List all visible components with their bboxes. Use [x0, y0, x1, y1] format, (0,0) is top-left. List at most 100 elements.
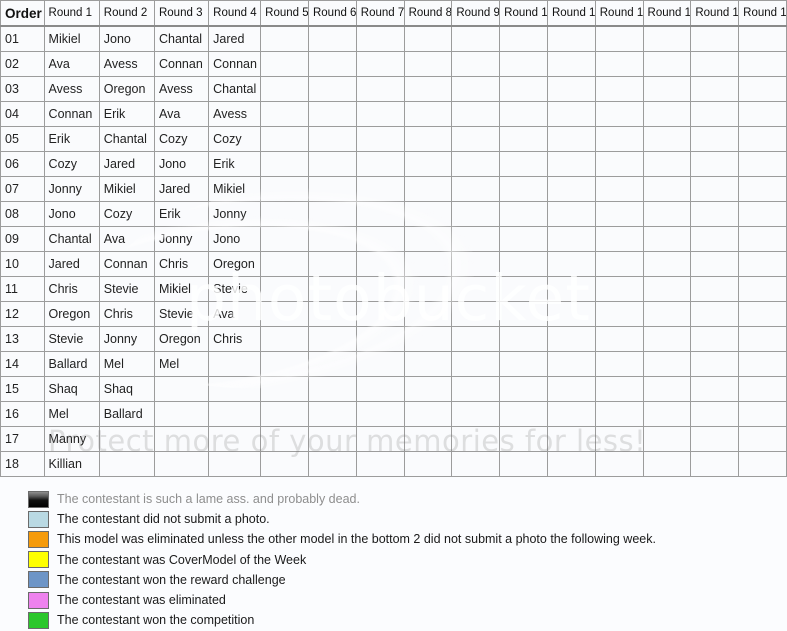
contestant-cell — [307, 251, 357, 277]
column-header-round-7: Round 7 — [355, 0, 405, 27]
contestant-cell — [355, 351, 405, 377]
contestant-cell — [738, 426, 787, 452]
contestant-cell — [499, 151, 548, 177]
contestant-cell — [355, 76, 405, 102]
order-cell: 08 — [0, 201, 45, 227]
contestant-cell — [546, 126, 596, 152]
contestant-cell — [260, 51, 309, 77]
contestant-cell: Jonny — [208, 201, 262, 227]
contestant-cell: Jared — [43, 251, 100, 277]
contestant-cell — [546, 426, 596, 452]
contestant-cell — [451, 126, 501, 152]
contestant-cell: Chantal — [153, 25, 210, 52]
contestant-cell — [499, 326, 548, 352]
contestant-cell — [690, 25, 740, 52]
contestant-cell — [594, 76, 644, 102]
contestant-cell: Cozy — [98, 201, 155, 227]
contestant-cell: Mikiel — [208, 176, 262, 202]
contestant-cell — [690, 151, 740, 177]
contestant-cell — [546, 451, 596, 477]
contestant-cell: Mikiel — [43, 25, 100, 52]
contestant-cell — [307, 276, 357, 302]
contestant-cell — [594, 226, 644, 252]
contestant-cell: Jono — [208, 226, 262, 252]
table-row: 02 Ava Avess Connan Connan — [0, 51, 787, 77]
contestant-cell — [546, 76, 596, 102]
contestant-cell — [260, 126, 309, 152]
contestant-cell — [307, 401, 357, 427]
contestant-cell — [260, 451, 309, 477]
contestant-cell — [499, 401, 548, 427]
contestant-cell — [403, 276, 453, 302]
contestant-cell: Manny — [43, 426, 100, 452]
contestant-cell — [738, 176, 787, 202]
column-header-round-1: Round 1 — [43, 0, 100, 27]
contestant-cell: Mikiel — [98, 176, 155, 202]
contestant-cell: Shaq — [43, 376, 100, 402]
contestant-cell — [546, 201, 596, 227]
contestant-cell: Ava — [98, 226, 155, 252]
legend-row: The contestant did not submit a photo. — [28, 509, 768, 529]
contestant-cell — [594, 201, 644, 227]
contestant-cell — [403, 126, 453, 152]
contestant-cell — [690, 126, 740, 152]
contestant-cell: Erik — [43, 126, 100, 152]
contestant-cell — [451, 276, 501, 302]
order-cell: 16 — [0, 401, 45, 427]
contestant-cell — [451, 101, 501, 127]
column-header-round-6: Round 6 — [307, 0, 357, 27]
contestant-cell: Stevie — [153, 301, 210, 327]
contestant-cell: Avess — [153, 76, 210, 102]
contestant-cell: Ava — [153, 101, 210, 127]
contestant-cell — [260, 301, 309, 327]
contestant-cell: Oregon — [43, 301, 100, 327]
contestant-cell — [208, 426, 262, 452]
contestant-cell — [594, 376, 644, 402]
contestant-cell: Jared — [208, 25, 262, 52]
header-row: Order Round 1 Round 2 Round 3 Round 4 Round 5… — [0, 0, 787, 27]
contestant-cell — [355, 301, 405, 327]
contestant-cell — [642, 276, 692, 302]
contestant-cell — [594, 301, 644, 327]
contestant-cell — [451, 151, 501, 177]
contestant-cell — [690, 351, 740, 377]
contestant-cell — [546, 226, 596, 252]
contestant-cell — [642, 76, 692, 102]
contestant-cell — [260, 426, 309, 452]
legend-swatch-icon — [28, 571, 49, 589]
contestant-cell: Killian — [43, 451, 100, 477]
contestant-cell — [451, 351, 501, 377]
contestant-cell — [690, 451, 740, 477]
contestant-cell — [451, 326, 501, 352]
contestant-cell — [355, 51, 405, 77]
contestant-cell: Jono — [43, 201, 100, 227]
contestant-cell — [594, 251, 644, 277]
contestant-cell — [738, 76, 787, 102]
contestant-cell — [738, 126, 787, 152]
contestant-cell — [307, 226, 357, 252]
legend-swatch-icon — [28, 591, 49, 609]
table-row: 03 Avess Oregon Avess Chantal — [0, 76, 787, 102]
contestant-cell — [153, 401, 210, 427]
contestant-cell: Jonny — [43, 176, 100, 202]
legend-label: The contestant won the reward challenge — [57, 572, 286, 587]
contestant-cell — [355, 276, 405, 302]
contestant-cell — [690, 301, 740, 327]
contestant-cell — [499, 25, 548, 52]
contestant-cell — [594, 25, 644, 52]
contestant-cell — [355, 101, 405, 127]
contestant-cell — [690, 376, 740, 402]
order-cell: 13 — [0, 326, 45, 352]
order-cell: 12 — [0, 301, 45, 327]
column-header-round-8: Round 8 — [403, 0, 453, 27]
contestant-cell: Chantal — [43, 226, 100, 252]
contestant-cell — [738, 326, 787, 352]
contestant-cell — [690, 51, 740, 77]
contestant-cell — [594, 151, 644, 177]
contestant-cell: Chris — [43, 276, 100, 302]
contestant-cell — [738, 401, 787, 427]
contestant-cell — [451, 176, 501, 202]
table-row: 12 Oregon Chris Stevie Ava — [0, 301, 787, 327]
contestant-cell — [546, 301, 596, 327]
contestant-cell — [451, 76, 501, 102]
